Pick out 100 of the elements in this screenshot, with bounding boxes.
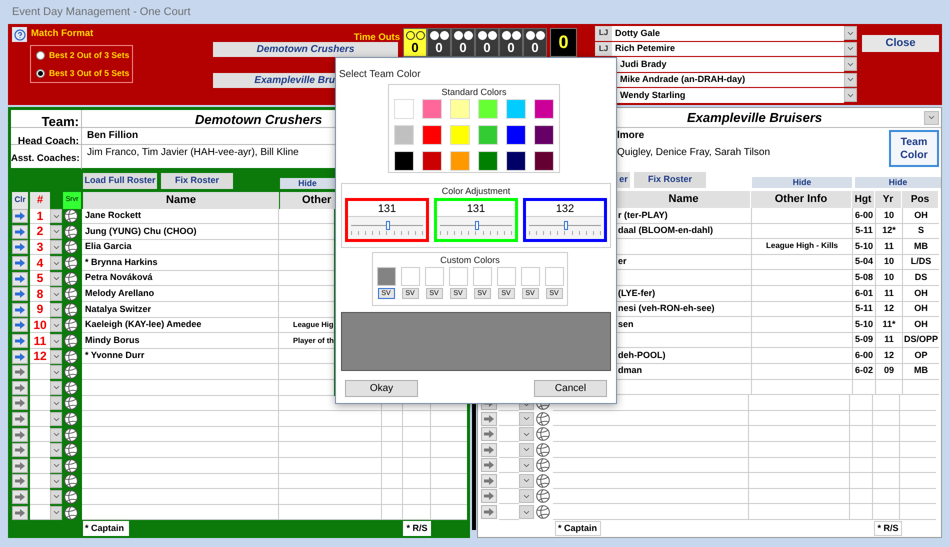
table-cell: Natalya Switzer <box>82 302 278 318</box>
line-judge-field[interactable]: Dotty Gale <box>612 26 844 40</box>
radio-option[interactable]: Best 3 Out of 5 Sets <box>36 68 132 78</box>
team-name: Demotown Crushers <box>194 111 322 127</box>
column-header: Hgt <box>852 191 874 208</box>
table-cell: 10 <box>875 270 902 286</box>
column-header: Other Info <box>751 191 851 208</box>
table-cell: 09 <box>875 364 902 380</box>
table-cell: 2 <box>30 224 50 240</box>
roster-button[interactable]: Fix Roster <box>161 173 233 189</box>
section-label: Match Format <box>31 27 94 42</box>
close-button[interactable]: Close <box>862 34 939 52</box>
table-cell: 11 <box>875 286 902 302</box>
team-color-button[interactable]: Team Color <box>889 130 939 167</box>
table-cell: daal (BLOOM-en-dahl) <box>617 224 751 240</box>
table-cell: 4 <box>30 255 50 271</box>
table-cell: dman <box>617 364 751 380</box>
table-cell: 12 <box>875 302 902 318</box>
table-cell: OH <box>902 286 939 302</box>
footer-note: * R/S <box>403 521 431 536</box>
table-cell: MB <box>902 364 939 380</box>
table-cell: OH <box>902 317 939 333</box>
table-cell: Elia Garcia <box>82 240 278 256</box>
radio-option[interactable]: Best 2 Out of 3 Sets <box>36 50 132 60</box>
table-cell: League High - Kills <box>751 239 852 255</box>
table-cell: Jung (YUNG) Chu (CHOO) <box>82 224 278 240</box>
team-button[interactable]: Exampleville Bru <box>213 73 335 88</box>
timeout-count: 0 <box>411 40 419 55</box>
table-cell: 5-11 <box>852 224 875 240</box>
team-button[interactable]: Demotown Crushers <box>213 42 398 57</box>
slider-value: 132 <box>526 201 604 217</box>
column-header: Other <box>280 192 336 208</box>
window-title: Event Day Management - One Court <box>12 4 191 20</box>
table-cell: Kaeleigh (KAY-lee) Amedee <box>82 318 278 334</box>
table-cell: 3 <box>30 240 50 256</box>
table-cell: Jane Rockett <box>82 208 278 224</box>
roster-button[interactable]: er <box>617 172 630 188</box>
table-cell: 10 <box>30 318 50 334</box>
assistant-coaches-value: Quigley, Denice Fray, Sarah Tilson <box>617 146 772 160</box>
field-label: Team: <box>42 114 79 129</box>
table-cell: 6-01 <box>852 286 875 302</box>
table-cell: 8 <box>30 286 50 302</box>
score-box: 0 <box>550 28 577 57</box>
field-label: Head Coach: <box>18 136 79 147</box>
timeout-count: 0 <box>435 40 443 55</box>
table-cell: 5-08 <box>852 270 875 286</box>
table-cell: nesi (veh-RON-eh-see) <box>617 302 751 318</box>
footer-note: * Captain <box>83 521 129 536</box>
table-cell: 5-04 <box>852 254 875 270</box>
table-cell: OP <box>902 348 939 364</box>
table-cell: 11* <box>875 317 902 333</box>
table-cell: S <box>902 224 939 240</box>
table-cell: OH <box>902 302 939 318</box>
table-cell: 10 <box>875 254 902 270</box>
table-cell: 5-11 <box>852 302 875 318</box>
roster-button[interactable]: Load Full Roster <box>83 173 157 189</box>
team-name: Exampleville Bruisers <box>686 108 824 127</box>
slider-value: 131 <box>348 201 426 217</box>
cancel-button[interactable]: Cancel <box>534 380 607 397</box>
column-header: Yr <box>875 191 901 208</box>
table-cell: L/DS <box>902 254 939 270</box>
timeout-count: 0 <box>531 40 539 55</box>
table-cell: 6-00 <box>852 208 875 224</box>
line-judge-field[interactable]: Rich Petemire <box>612 42 844 56</box>
line-judge-label: LJ <box>595 42 612 56</box>
slider-value: 131 <box>437 201 515 217</box>
table-cell: DS <box>902 270 939 286</box>
head-coach-value: Ben Fillion <box>86 129 138 143</box>
head-coach-value: lmore <box>617 129 646 143</box>
table-cell: 5-10 <box>852 317 875 333</box>
line-judge-field[interactable]: Wendy Starling <box>617 88 844 102</box>
table-cell: 10 <box>875 208 902 224</box>
column-header: Clr <box>12 192 28 208</box>
column-header: Pos <box>902 191 938 208</box>
dialog-title: Select Team Color <box>339 69 421 80</box>
table-cell: Petra Nováková <box>82 270 278 286</box>
column-header: Name <box>617 191 750 208</box>
table-cell: 5-09 <box>852 332 875 348</box>
table-cell: 11 <box>875 332 902 348</box>
table-cell: 12 <box>875 348 902 364</box>
hide-button[interactable]: Hide <box>752 177 852 188</box>
timeout-count: 0 <box>459 40 467 55</box>
timeout-count: 0 <box>507 40 515 55</box>
okay-button[interactable]: Okay <box>345 380 418 397</box>
column-header: Name <box>83 192 279 208</box>
table-cell: 9 <box>30 302 50 318</box>
timeout-count: 0 <box>483 40 491 55</box>
footer-note: * R/S <box>874 520 902 536</box>
hide-button[interactable]: Hide <box>855 177 941 188</box>
group-label: Color Adjustment <box>442 185 510 198</box>
assistant-coaches-value: Jim Franco, Tim Javier (HAH-vee-ayr), Bill Kline <box>86 146 299 160</box>
column-header: # <box>30 192 50 208</box>
table-cell: 12* <box>875 224 902 240</box>
line-judge-field[interactable]: Mike Andrade (an-DRAH-day) <box>617 72 844 87</box>
line-judge-field[interactable]: Judi Brady <box>617 57 844 72</box>
hide-button[interactable]: Hide <box>280 178 335 189</box>
roster-button[interactable]: Fix Roster <box>634 172 706 188</box>
footer-note: * Captain <box>555 520 601 536</box>
group-label: Custom Colors <box>440 254 500 267</box>
table-cell: 12 <box>30 348 50 364</box>
